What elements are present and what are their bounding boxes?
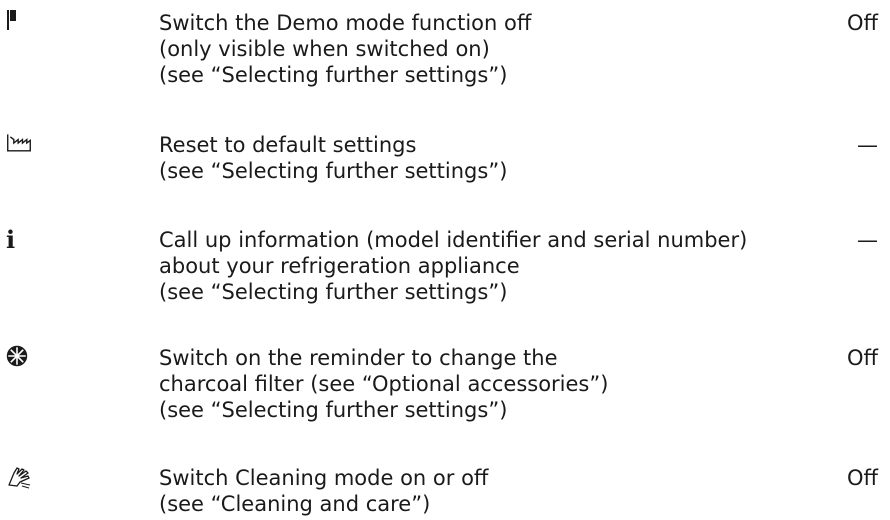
setting-default-value: Off bbox=[847, 11, 878, 35]
description-line: (see “Cleaning and care”) bbox=[159, 492, 431, 516]
setting-description: Reset to default settings (see “Selectin… bbox=[159, 132, 819, 184]
setting-default-value: — bbox=[857, 228, 878, 252]
description-line: Switch Cleaning mode on or off bbox=[159, 466, 489, 490]
setting-description: Call up information (model identifier an… bbox=[159, 227, 819, 305]
description-line: Switch on the reminder to change the bbox=[159, 346, 558, 370]
cleaning-hand-icon bbox=[6, 465, 32, 491]
setting-default-value: Off bbox=[847, 346, 878, 370]
factory-default-icon bbox=[6, 132, 32, 158]
setting-default-value: Off bbox=[847, 466, 878, 490]
description-line: (see “Selecting further settings”) bbox=[159, 159, 508, 183]
setting-description: Switch the Demo mode function off (only … bbox=[159, 10, 819, 88]
description-line: (see “Selecting further settings”) bbox=[159, 63, 508, 87]
description-line: Switch the Demo mode function off bbox=[159, 11, 532, 35]
settings-table: Switch the Demo mode function off (only … bbox=[0, 0, 890, 520]
description-line: about your refrigeration appliance bbox=[159, 254, 520, 278]
description-line: Call up information (model identifier an… bbox=[159, 228, 748, 252]
charcoal-filter-icon bbox=[6, 345, 32, 371]
setting-description: Switch Cleaning mode on or off (see “Cle… bbox=[159, 465, 819, 517]
setting-description: Switch on the reminder to change the cha… bbox=[159, 345, 819, 423]
description-line: Reset to default settings bbox=[159, 133, 417, 157]
description-line: (see “Selecting further settings”) bbox=[159, 280, 508, 304]
setting-default-value: — bbox=[857, 133, 878, 157]
description-line: charcoal filter (see “Optional accessori… bbox=[159, 372, 609, 396]
demo-mode-flag-icon bbox=[6, 10, 32, 36]
description-line: (only visible when switched on) bbox=[159, 37, 490, 61]
description-line: (see “Selecting further settings”) bbox=[159, 398, 508, 422]
information-icon: i bbox=[6, 225, 16, 254]
